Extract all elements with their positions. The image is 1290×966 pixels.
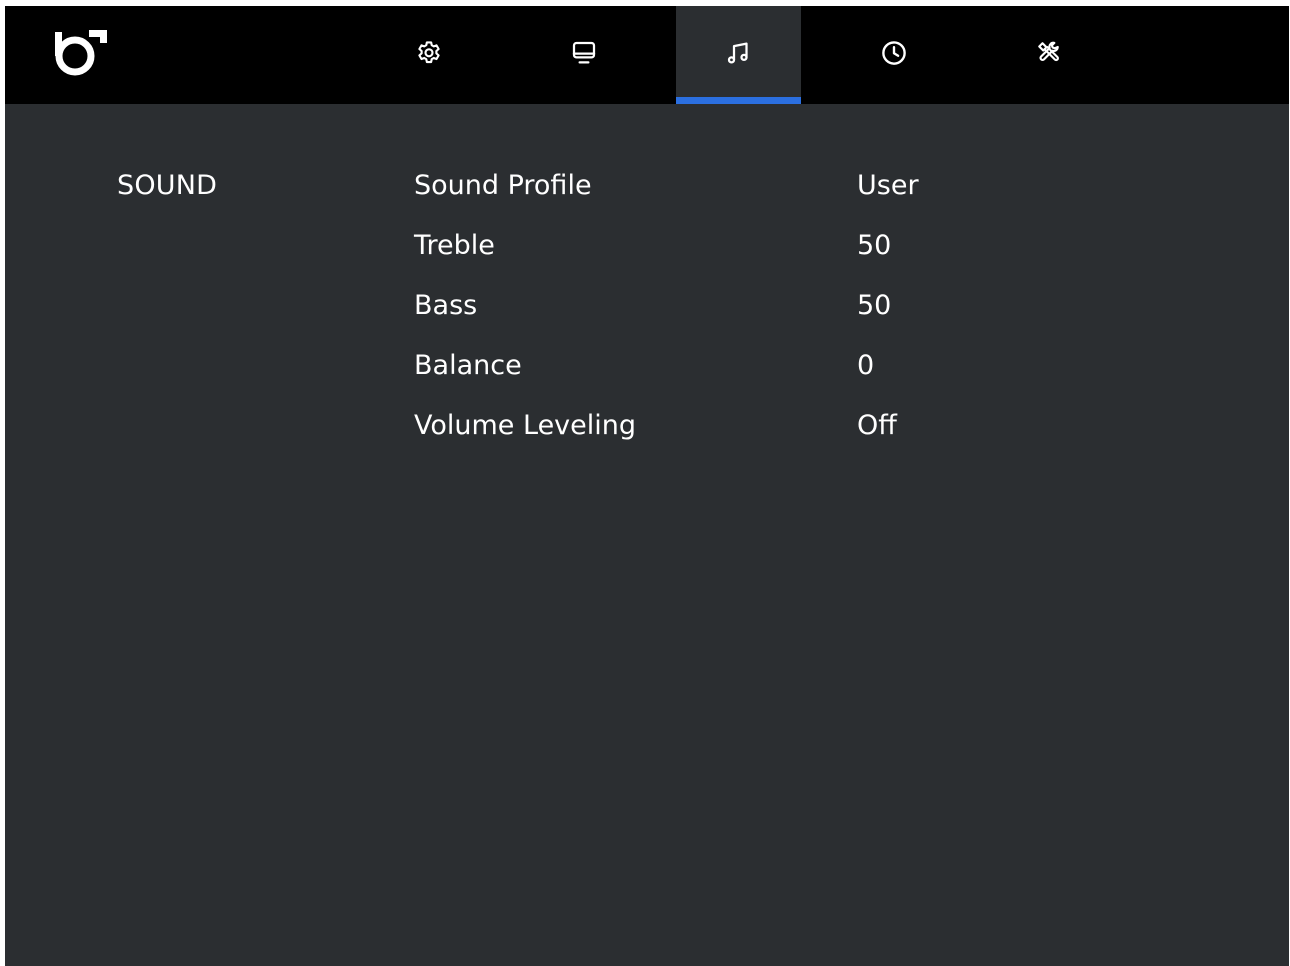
tab-picture[interactable] bbox=[521, 6, 646, 104]
setting-label: Sound Profile bbox=[414, 170, 592, 201]
setting-value: 50 bbox=[857, 230, 892, 261]
setting-label: Bass bbox=[414, 290, 478, 321]
music-note-icon bbox=[727, 42, 748, 64]
tab-system[interactable] bbox=[986, 6, 1111, 104]
top-navigation-bar bbox=[5, 6, 1289, 104]
setting-row-volume-leveling[interactable]: Volume Leveling Off bbox=[414, 410, 1114, 454]
setting-row-treble[interactable]: Treble 50 bbox=[414, 230, 1114, 274]
tab-timers[interactable] bbox=[831, 6, 956, 104]
brand-logo-icon bbox=[51, 26, 111, 80]
setting-value: 0 bbox=[857, 350, 875, 381]
setting-row-sound-profile[interactable]: Sound Profile User bbox=[414, 170, 1114, 214]
setting-value: Off bbox=[857, 410, 897, 441]
setting-label: Volume Leveling bbox=[414, 410, 637, 441]
tab-general-settings[interactable] bbox=[366, 6, 491, 104]
clock-icon bbox=[881, 41, 906, 65]
monitor-icon bbox=[572, 41, 595, 64]
setting-label: Treble bbox=[414, 230, 495, 261]
gear-icon bbox=[417, 41, 440, 64]
setting-row-balance[interactable]: Balance 0 bbox=[414, 350, 1114, 394]
section-title: SOUND bbox=[117, 170, 218, 201]
setting-row-bass[interactable]: Bass 50 bbox=[414, 290, 1114, 334]
tab-sound[interactable] bbox=[676, 6, 801, 104]
tools-icon bbox=[1037, 41, 1059, 62]
setting-label: Balance bbox=[414, 350, 522, 381]
tv-settings-screen: SOUND Sound Profile User Treble 50 Bass … bbox=[5, 6, 1289, 966]
setting-value: User bbox=[857, 170, 919, 201]
setting-value: 50 bbox=[857, 290, 892, 321]
